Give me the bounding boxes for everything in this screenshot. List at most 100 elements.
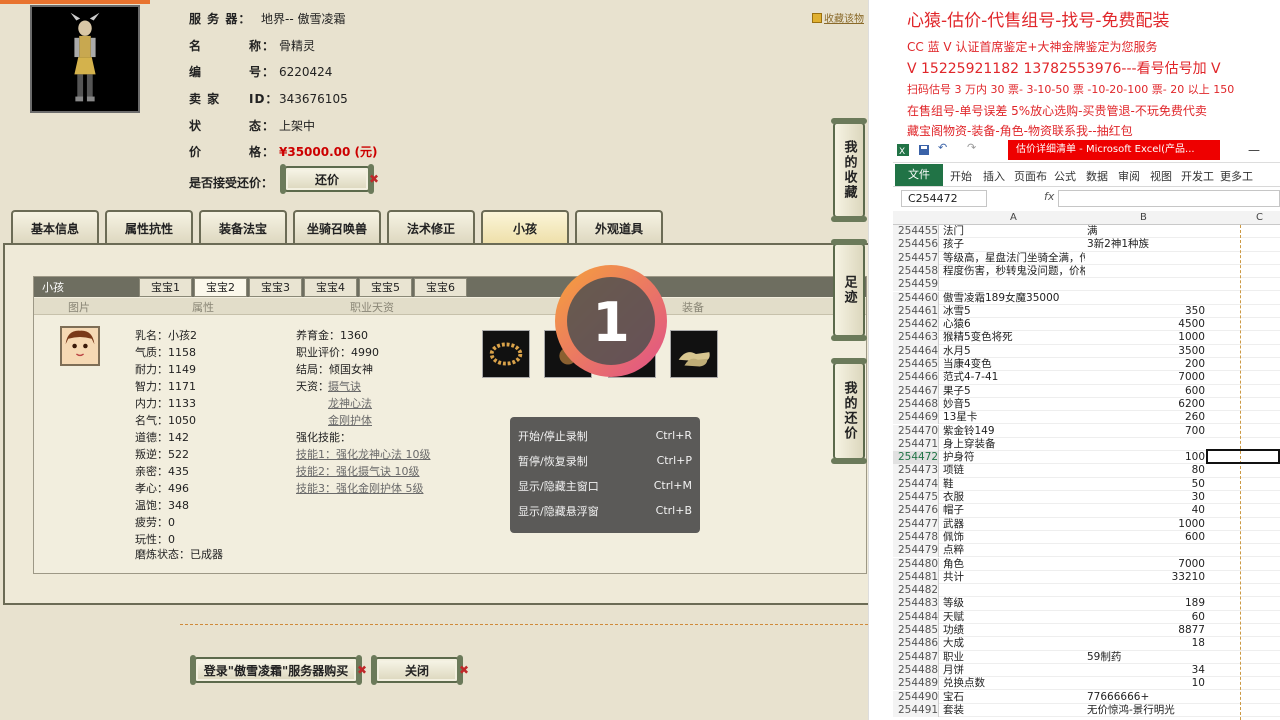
talent-link-2[interactable]: 龙神心法	[328, 395, 372, 411]
tab-child[interactable]: 小孩	[481, 210, 569, 244]
cell-a[interactable]: 冰雪5	[943, 305, 1085, 318]
cell-a[interactable]: 傲雪凌霜189女魔35000	[943, 292, 1085, 305]
my-bargains-button[interactable]: 我的还价	[831, 358, 867, 464]
cell-b[interactable]: 无价惊鸿-景行明光	[1087, 704, 1205, 717]
close-button[interactable]: 关闭	[371, 655, 463, 685]
cell-b[interactable]: 3新2神1种族	[1087, 238, 1205, 251]
cell-a[interactable]: 水月5	[943, 345, 1085, 358]
cell-a[interactable]: 项链	[943, 464, 1085, 477]
table-row[interactable]: 254490 宝石 77666666+	[893, 690, 1280, 704]
row-number[interactable]: 254459	[893, 278, 939, 292]
row-number[interactable]: 254464	[893, 344, 939, 358]
row-number[interactable]: 254460	[893, 291, 939, 305]
cell-b[interactable]: 30	[1087, 491, 1205, 504]
table-row[interactable]: 254460 傲雪凌霜189女魔35000	[893, 291, 1280, 305]
table-row[interactable]: 254465 当康4变色 200	[893, 358, 1280, 372]
column-header-c[interactable]: C	[1256, 212, 1263, 223]
table-row[interactable]: 254462 心猿6 4500	[893, 318, 1280, 332]
cell-b[interactable]: 100	[1087, 451, 1205, 464]
row-number[interactable]: 254483	[893, 597, 939, 611]
skill-link-2[interactable]: 技能2：强化摄气诀 10级	[296, 463, 420, 479]
cell-a[interactable]: 角色	[943, 558, 1085, 571]
subtab-baby-3[interactable]: 宝宝3	[249, 278, 302, 297]
tab-equipment[interactable]: 装备法宝	[199, 210, 287, 244]
row-number[interactable]: 254474	[893, 477, 939, 491]
row-number[interactable]: 254482	[893, 584, 939, 598]
ribbon-tab-developer[interactable]: 开发工	[1181, 168, 1214, 184]
cell-b[interactable]: 满	[1087, 225, 1205, 238]
row-number[interactable]: 254488	[893, 663, 939, 678]
tab-spells[interactable]: 法术修正	[387, 210, 475, 244]
row-number[interactable]: 254486	[893, 637, 939, 651]
ribbon-tab-home[interactable]: 开始	[950, 168, 972, 184]
cell-a[interactable]: 佩饰	[943, 531, 1085, 544]
redo-icon[interactable]: ↷	[967, 141, 979, 154]
cell-b[interactable]: 700	[1087, 425, 1205, 438]
ribbon-tab-formulas[interactable]: 公式	[1054, 168, 1076, 184]
table-row[interactable]: 254484 天赋 60	[893, 610, 1280, 624]
undo-icon[interactable]: ↶	[938, 141, 950, 154]
row-number[interactable]: 254457	[893, 251, 939, 265]
table-row[interactable]: 254478 佩饰 600	[893, 530, 1280, 545]
row-number[interactable]: 254461	[893, 304, 939, 319]
cell-a[interactable]: 衣服	[943, 491, 1085, 504]
table-row[interactable]: 254461 冰雪5 350	[893, 304, 1280, 319]
buy-close-icon[interactable]: ✖	[357, 663, 367, 677]
row-number[interactable]: 254473	[893, 464, 939, 478]
active-cell[interactable]	[1206, 449, 1280, 464]
row-number[interactable]: 254471	[893, 437, 939, 452]
ribbon-tab-data[interactable]: 数据	[1086, 168, 1108, 184]
row-number[interactable]: 254470	[893, 424, 939, 438]
cell-b[interactable]: 59制药	[1087, 651, 1205, 664]
table-row[interactable]: 254491 套装 无价惊鸿-景行明光	[893, 703, 1280, 718]
table-row[interactable]: 254473 项链 80	[893, 464, 1280, 478]
table-row[interactable]: 254485 功绩 8877	[893, 624, 1280, 638]
cell-a[interactable]: 孩子	[943, 238, 1085, 251]
cell-a[interactable]: 武器	[943, 518, 1085, 531]
cell-b[interactable]: 200	[1087, 358, 1205, 371]
menu-start-stop[interactable]: 开始/停止录制 Ctrl+R	[518, 423, 692, 448]
cell-a[interactable]: 心猿6	[943, 318, 1085, 331]
cell-a[interactable]: 兑换点数	[943, 677, 1085, 690]
table-row[interactable]: 254486 大成 18	[893, 637, 1280, 651]
cell-b[interactable]: 260	[1087, 411, 1205, 424]
skill-link-1[interactable]: 技能1：强化龙神心法 10级	[296, 446, 431, 462]
ribbon-tab-view[interactable]: 视图	[1150, 168, 1172, 184]
table-row[interactable]: 254468 妙音5 6200	[893, 397, 1280, 412]
cell-b[interactable]: 1000	[1087, 331, 1205, 344]
row-number[interactable]: 254469	[893, 411, 939, 425]
row-number[interactable]: 254466	[893, 371, 939, 385]
row-number[interactable]: 254465	[893, 358, 939, 372]
cell-a[interactable]: 等级	[943, 597, 1085, 610]
menu-pause-resume[interactable]: 暂停/恢复录制 Ctrl+P	[518, 448, 692, 473]
login-buy-button[interactable]: 登录"傲雪凌霜"服务器购买	[190, 655, 362, 685]
cell-b[interactable]: 40	[1087, 504, 1205, 517]
cell-a[interactable]: 护身符	[943, 451, 1085, 464]
cell-a[interactable]: 鞋	[943, 478, 1085, 491]
cell-a[interactable]: 当康4变色	[943, 358, 1085, 371]
talent-link-3[interactable]: 金刚护体	[328, 412, 372, 428]
column-header-a[interactable]: A	[1010, 212, 1017, 223]
cell-a[interactable]: 猴精5变色将死	[943, 331, 1085, 344]
formula-bar[interactable]	[1058, 190, 1280, 207]
subtab-baby-5[interactable]: 宝宝5	[359, 278, 412, 297]
row-number[interactable]: 254489	[893, 677, 939, 691]
table-row[interactable]: 254455 法门满	[893, 225, 1280, 239]
row-number[interactable]: 254490	[893, 690, 939, 704]
cell-a[interactable]: 13星卡	[943, 411, 1085, 424]
row-number[interactable]: 254485	[893, 624, 939, 638]
cell-a[interactable]: 点粹	[943, 544, 1085, 557]
cell-a[interactable]: 宝石	[943, 691, 1085, 704]
row-number[interactable]: 254491	[893, 703, 939, 718]
table-row[interactable]: 254476 帽子 40	[893, 504, 1280, 518]
row-number[interactable]: 254484	[893, 610, 939, 624]
table-row[interactable]: 254456 孩子 3新2神1种族	[893, 238, 1280, 252]
cell-b[interactable]: 4500	[1087, 318, 1205, 331]
row-number[interactable]: 254476	[893, 504, 939, 518]
subtab-baby-4[interactable]: 宝宝4	[304, 278, 357, 297]
tab-attributes[interactable]: 属性抗性	[105, 210, 193, 244]
subtab-baby-1[interactable]: 宝宝1	[139, 278, 192, 297]
row-number[interactable]: 254455	[893, 225, 939, 239]
table-row[interactable]: 254479 点粹	[893, 544, 1280, 558]
table-row[interactable]: 254459	[893, 278, 1280, 292]
